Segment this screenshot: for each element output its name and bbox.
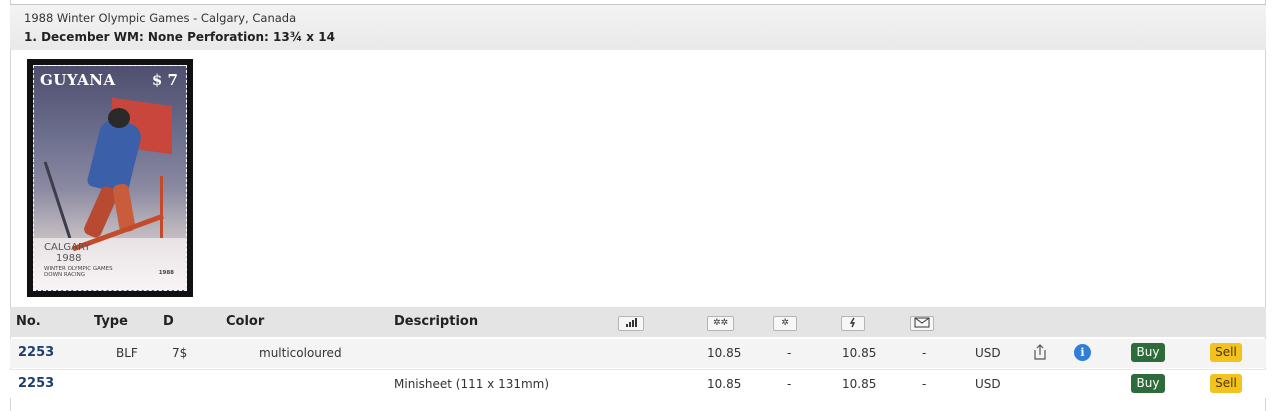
ski-pole — [43, 161, 72, 239]
stamp-small-year: 1988 — [158, 270, 174, 276]
col-no: No. — [16, 314, 41, 329]
used-icon[interactable] — [841, 316, 865, 331]
row-type: BLF — [116, 346, 138, 360]
col-color: Color — [226, 314, 265, 329]
table-row: 2253 Minisheet (111 x 131mm) 10.85 - 10.… — [10, 369, 1266, 398]
table-row: 2253 BLF 7$ multicoloured 10.85 - 10.85 … — [10, 339, 1266, 368]
stamp-city-name: CALGARY — [44, 242, 91, 253]
currency: USD — [975, 346, 1001, 360]
mint-hinged-icon[interactable]: ✲ — [773, 316, 797, 331]
price-cover: - — [922, 346, 927, 360]
mint-never-hinged-icon[interactable]: ✲✲ — [707, 316, 734, 331]
stamp-image[interactable]: GUYANA $ 7 CALGARY 1988 WINTER OLYMPIC G… — [27, 59, 193, 297]
issue-header: 1988 Winter Olympic Games - Calgary, Can… — [10, 4, 1266, 50]
price-used: 10.85 — [842, 346, 877, 360]
price-mnh: 10.85 — [707, 377, 742, 391]
row-color: multicoloured — [259, 346, 342, 360]
info-icon[interactable]: i — [1074, 344, 1091, 361]
row-denomination: 7$ — [172, 346, 188, 360]
stamp-value: $ 7 — [151, 71, 178, 89]
col-type: Type — [94, 314, 128, 329]
stamp-year: 1988 — [56, 253, 82, 264]
stamp-event: WINTER OLYMPIC GAMES DOWN RACING — [44, 266, 113, 278]
price-mh: - — [787, 377, 792, 391]
stamp-number[interactable]: 2253 — [18, 376, 54, 391]
col-description: Description — [394, 314, 479, 329]
stamp-number[interactable]: 2253 — [18, 345, 54, 360]
col-d: D — [163, 314, 174, 329]
share-icon[interactable] — [1032, 343, 1048, 361]
price-used: 10.85 — [842, 377, 877, 391]
table-header: No. Type D Color Description ✲✲ ✲ — [10, 307, 1266, 337]
issue-subtitle: 1988 Winter Olympic Games - Calgary, Can… — [24, 11, 297, 25]
issue-title: 1. December WM: None Perforation: 13¾ x … — [24, 30, 335, 44]
skier — [86, 116, 144, 196]
stamp-artwork: GUYANA $ 7 CALGARY 1988 WINTER OLYMPIC G… — [33, 65, 187, 291]
sell-button[interactable]: Sell — [1210, 343, 1242, 362]
price-cover: - — [922, 377, 927, 391]
price-mnh: 10.85 — [707, 346, 742, 360]
skier-helmet — [108, 108, 130, 128]
buy-button[interactable]: Buy — [1131, 374, 1165, 393]
stamp-city: CALGARY 1988 — [44, 242, 90, 264]
price-mh: - — [787, 346, 792, 360]
cover-envelope-icon[interactable] — [910, 316, 934, 331]
row-description: Minisheet (111 x 131mm) — [394, 377, 550, 391]
bar-chart-icon[interactable] — [618, 316, 644, 331]
stamp-event-line2: DOWN RACING — [44, 272, 85, 278]
stamp-country: GUYANA — [40, 71, 116, 89]
sell-button[interactable]: Sell — [1210, 374, 1242, 393]
buy-button[interactable]: Buy — [1131, 343, 1165, 362]
currency: USD — [975, 377, 1001, 391]
